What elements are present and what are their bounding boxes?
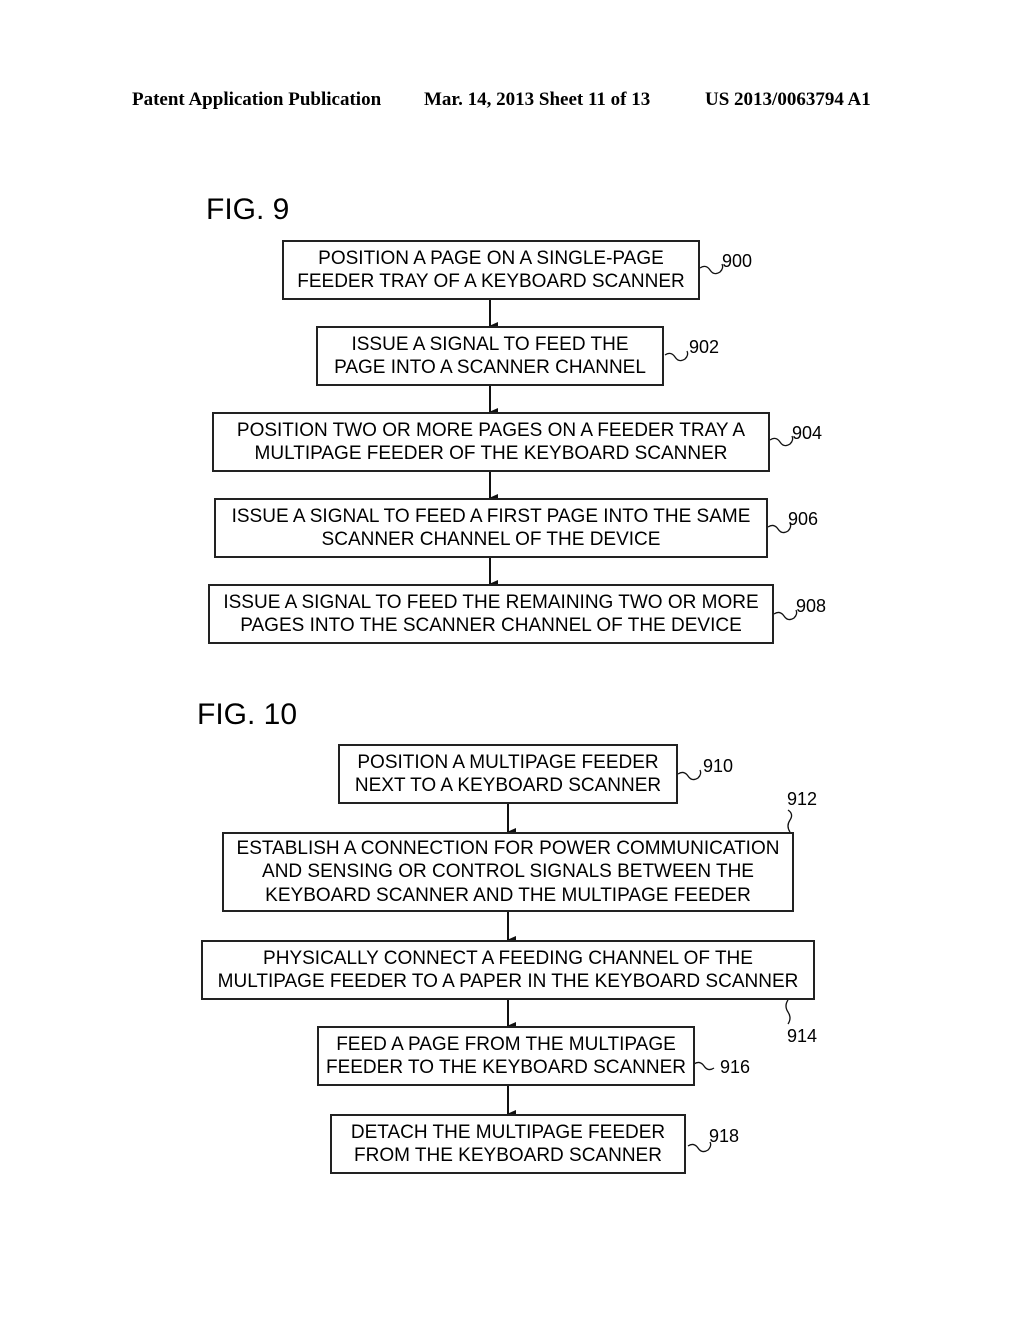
step-918-box: DETACH THE MULTIPAGE FEEDER FROM THE KEY… [330,1114,686,1174]
step-900-line-2: FEEDER TRAY OF A KEYBOARD SCANNER [297,271,685,292]
step-906-ref: 906 [788,509,819,529]
step-916-ref: 916 [720,1057,751,1077]
step-918-line-1: DETACH THE MULTIPAGE FEEDER [350,1121,666,1143]
step-904-line-1: POSITION TWO OR MORE PAGES ON A FEEDER T… [236,419,746,441]
step-904-ref: 904 [792,423,823,443]
step-916-line-2: FEEDER TO THE KEYBOARD SCANNER [325,1057,687,1078]
leader-902 [664,350,689,362]
step-916-line-1: FEED A PAGE FROM THE MULTIPAGE [336,1033,676,1055]
step-906-box: ISSUE A SIGNAL TO FEED A FIRST PAGE INTO… [214,498,768,558]
step-908-line-2: PAGES INTO THE SCANNER CHANNEL OF THE DE… [240,615,742,636]
step-912-line-1: ESTABLISH A CONNECTION FOR POWER COMMUNI… [236,837,780,859]
step-900-box: POSITION A PAGE ON A SINGLE-PAGE FEEDER … [282,240,700,300]
step-900-line-1: POSITION A PAGE ON A SINGLE-PAGE [318,247,664,269]
step-910-box: POSITION A MULTIPAGE FEEDER NEXT TO A KE… [338,744,678,804]
leader-914 [785,999,791,1025]
step-910-ref: 910 [703,756,734,776]
leader-900 [699,263,724,275]
step-902-line-1: ISSUE A SIGNAL TO FEED THE [351,333,629,355]
step-914-ref: 914 [787,1026,818,1046]
date-sheet-label: Mar. 14, 2013 Sheet 11 of 13 [424,89,651,110]
step-904-line-2: MULTIPAGE FEEDER OF THE KEYBOARD SCANNER [254,443,728,464]
step-918-line-2: FROM THE KEYBOARD SCANNER [354,1145,662,1166]
step-908-box: ISSUE A SIGNAL TO FEED THE REMAINING TWO… [208,584,774,644]
step-914-line-1: PHYSICALLY CONNECT A FEEDING CHANNEL OF … [263,947,753,969]
step-910-line-1: POSITION A MULTIPAGE FEEDER [357,751,659,773]
step-914-box: PHYSICALLY CONNECT A FEEDING CHANNEL OF … [201,940,815,1000]
step-908-ref: 908 [796,596,827,616]
step-906-line-1: ISSUE A SIGNAL TO FEED A FIRST PAGE INTO… [231,505,751,527]
leader-918 [687,1141,712,1153]
step-900-ref: 900 [722,251,753,271]
step-908-line-1: ISSUE A SIGNAL TO FEED THE REMAINING TWO… [223,591,759,613]
step-910-line-2: NEXT TO A KEYBOARD SCANNER [354,775,662,796]
step-912-box: ESTABLISH A CONNECTION FOR POWER COMMUNI… [222,832,794,912]
step-902-box: ISSUE A SIGNAL TO FEED THE PAGE INTO A S… [316,326,664,386]
step-912-ref: 912 [787,789,818,809]
leader-912 [787,809,793,833]
step-914-line-2: MULTIPAGE FEEDER TO A PAPER IN THE KEYBO… [217,971,799,992]
step-912-line-2: AND SENSING OR CONTROL SIGNALS BETWEEN T… [262,861,754,883]
fig9-title: FIG. 9 [206,193,290,226]
leader-908 [773,609,798,621]
step-912-line-3: KEYBOARD SCANNER AND THE MULTIPAGE FEEDE… [265,884,751,906]
step-906-line-2: SCANNER CHANNEL OF THE DEVICE [321,529,661,550]
step-902-line-2: PAGE INTO A SCANNER CHANNEL [334,357,646,378]
leader-910 [677,769,702,781]
leader-916 [693,1061,715,1071]
leader-904 [769,435,794,447]
step-918-ref: 918 [709,1126,740,1146]
publication-label: Patent Application Publication [132,89,382,110]
step-916-box: FEED A PAGE FROM THE MULTIPAGE FEEDER TO… [317,1026,695,1086]
fig10-title: FIG. 10 [197,698,298,731]
publication-number: US 2013/0063794 A1 [705,89,871,110]
step-902-ref: 902 [689,337,720,357]
step-904-box: POSITION TWO OR MORE PAGES ON A FEEDER T… [212,412,770,472]
